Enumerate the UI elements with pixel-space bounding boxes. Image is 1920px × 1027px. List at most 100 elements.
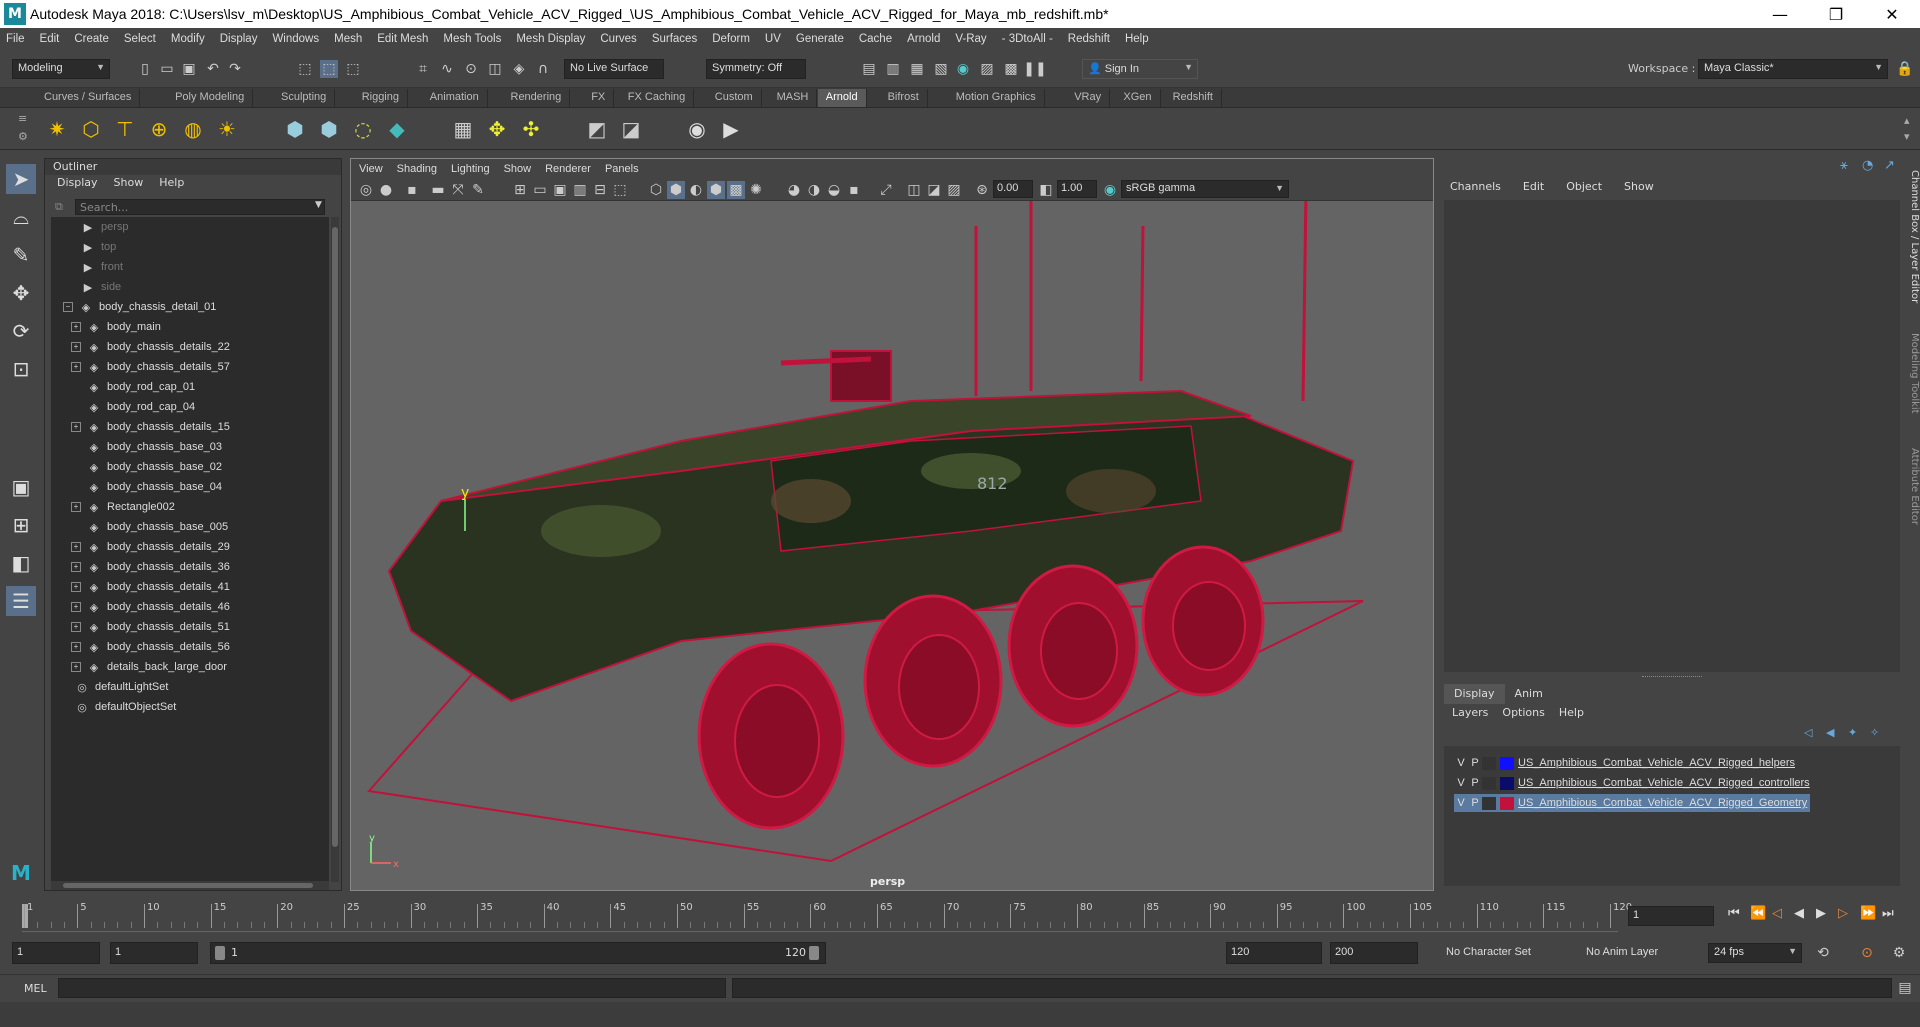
menu-mesh-display[interactable]: Mesh Display	[516, 33, 585, 45]
menu-mesh[interactable]: Mesh	[334, 33, 362, 45]
outliner-search-input[interactable]: Search...	[75, 199, 325, 215]
layer-visibility-toggle[interactable]: V	[1454, 757, 1468, 769]
step-forward-key-icon[interactable]: ⏩	[1860, 906, 1882, 921]
xray-joints-icon[interactable]: ◪	[925, 181, 943, 199]
select-camera-icon[interactable]: ◎	[357, 181, 375, 199]
viewport-menu-show[interactable]: Show	[504, 163, 532, 175]
viewport-menu-renderer[interactable]: Renderer	[545, 163, 591, 175]
shelf-tab-vray[interactable]: VRay	[1066, 89, 1111, 107]
layer-playback-toggle[interactable]: P	[1468, 797, 1482, 809]
channel-box-side-tab[interactable]: Channel Box / Layer Editor	[1906, 170, 1920, 310]
layer-tab-anim[interactable]: Anim	[1505, 684, 1553, 704]
mesh-light-icon[interactable]: ⬡	[78, 116, 104, 142]
save-scene-icon[interactable]: ▣	[180, 60, 198, 78]
default-material-icon[interactable]: ◐	[687, 181, 705, 199]
shelf-tab-poly-modeling[interactable]: Poly Modeling	[167, 89, 254, 107]
menu-deform[interactable]: Deform	[712, 33, 750, 45]
minimize-button[interactable]: —	[1752, 0, 1808, 28]
flush-caches-icon[interactable]: ✥	[484, 116, 510, 142]
move-layer-down-icon[interactable]: ◀	[1826, 726, 1848, 739]
photometric-light-icon[interactable]: ⊤	[112, 116, 138, 142]
scale-tool-icon[interactable]: ⊡	[6, 354, 36, 384]
outliner-item[interactable]: ◈ body_rod_cap_04	[71, 397, 195, 417]
viewport-panel[interactable]: View Shading Lighting Show Renderer Panels ◎ …	[350, 158, 1434, 891]
volume-icon[interactable]: ◌	[350, 116, 376, 142]
close-button[interactable]: ✕	[1864, 0, 1920, 28]
outliner-item[interactable]: ◎ defaultLightSet	[75, 677, 168, 697]
outliner-item[interactable]: + ◈ details_back_large_door	[71, 657, 227, 677]
new-layer-selected-icon[interactable]: ✧	[1870, 726, 1892, 739]
viewport-menu-view[interactable]: View	[359, 163, 383, 175]
shelf-scroll-up-icon[interactable]: ▴	[1904, 114, 1910, 127]
outliner-item[interactable]: ◈ body_rod_cap_01	[71, 377, 195, 397]
channel-menu-edit[interactable]: Edit	[1523, 180, 1544, 193]
bookmarks-icon[interactable]: ▪	[403, 181, 421, 199]
expand-toggle-icon[interactable]: +	[71, 502, 81, 512]
new-empty-layer-icon[interactable]: ✦	[1848, 726, 1870, 739]
layer-menu-help[interactable]: Help	[1559, 706, 1584, 719]
menu-file[interactable]: File	[6, 33, 25, 45]
animation-end-field[interactable]: 200	[1330, 942, 1418, 964]
expand-toggle-icon[interactable]: +	[71, 362, 81, 372]
gamma-field[interactable]: 1.00	[1057, 180, 1097, 198]
outliner-scroll-thumb[interactable]	[332, 227, 338, 847]
outliner-item[interactable]: + ◈ body_chassis_details_29	[71, 537, 230, 557]
shelf-tab-sculpting[interactable]: Sculpting	[273, 89, 336, 107]
outliner-item[interactable]: ▶ top	[81, 237, 117, 257]
new-scene-icon[interactable]: ▯	[136, 60, 154, 78]
wheel-third[interactable]	[1007, 564, 1139, 728]
current-frame-field[interactable]: 1	[1628, 906, 1714, 926]
expand-toggle-icon[interactable]: +	[71, 582, 81, 592]
grease-pencil-icon[interactable]: ✎	[469, 181, 487, 199]
lock-icon[interactable]: 🔒	[1896, 60, 1914, 78]
tool-settings-icon[interactable]: ↗	[1884, 158, 1895, 173]
shelf-tab-curves-surfaces[interactable]: Curves / Surfaces	[36, 89, 141, 107]
shelf-tab-bifrost[interactable]: Bifrost	[880, 89, 928, 107]
color-management-icon[interactable]: ◉	[1101, 181, 1119, 199]
shelf-tab-mash[interactable]: MASH	[769, 89, 818, 107]
menu-arnold[interactable]: Arnold	[907, 33, 940, 45]
shelf-tab-fx[interactable]: FX	[583, 89, 615, 107]
shelf-menu-icon[interactable]: ≡	[18, 112, 27, 125]
attribute-editor-side-tab[interactable]: Attribute Editor	[1906, 448, 1920, 548]
wheel-second[interactable]	[863, 594, 1003, 768]
outliner-item[interactable]: + ◈ body_chassis_details_57	[71, 357, 230, 377]
step-forward-frame-icon[interactable]: ▷	[1838, 906, 1860, 921]
menu-windows[interactable]: Windows	[272, 33, 319, 45]
menu-set-dropdown[interactable]: Modeling ▼	[12, 59, 110, 79]
vehicle-mesh[interactable]: 812	[387, 201, 1355, 830]
layer-color-swatch[interactable]	[1500, 756, 1514, 770]
layer-type-toggle[interactable]	[1482, 756, 1496, 770]
channel-menu-channels[interactable]: Channels	[1450, 180, 1501, 193]
script-language-label[interactable]: MEL	[24, 982, 47, 995]
outliner-item[interactable]: ◈ body_chassis_base_02	[71, 457, 222, 477]
xray-components-icon[interactable]: ▨	[945, 181, 963, 199]
layer-type-toggle[interactable]	[1482, 776, 1496, 790]
motion-blur-icon[interactable]: ◒	[825, 181, 843, 199]
shadows-icon[interactable]: ◕	[785, 181, 803, 199]
snap-point-icon[interactable]: ⊙	[462, 60, 480, 78]
outliner-item[interactable]: ▶ front	[81, 257, 123, 277]
redshift-render-icon[interactable]: ▩	[1002, 60, 1020, 78]
menu-create[interactable]: Create	[74, 33, 109, 45]
script-editor-icon[interactable]: ▤	[1896, 979, 1914, 997]
view-transform-dropdown[interactable]: sRGB gamma ▼	[1121, 180, 1289, 198]
viewport-menu-lighting[interactable]: Lighting	[451, 163, 490, 175]
wheel-rear[interactable]	[1141, 545, 1265, 697]
use-all-lights-icon[interactable]: ✺	[747, 181, 765, 199]
animation-start-field[interactable]: 1	[12, 942, 100, 964]
menu-modify[interactable]: Modify	[171, 33, 205, 45]
layer-tab-display[interactable]: Display	[1444, 684, 1505, 704]
go-to-end-icon[interactable]: ⏭	[1882, 906, 1904, 921]
channel-menu-show[interactable]: Show	[1624, 180, 1654, 193]
outliner-item[interactable]: + ◈ Rectangle002	[71, 497, 175, 517]
resolution-gate-icon[interactable]: ▣	[551, 181, 569, 199]
select-hierarchy-icon[interactable]: ⬚	[296, 60, 314, 78]
snap-surface-icon[interactable]: ◈	[510, 60, 528, 78]
outliner-item[interactable]: ▶ persp	[81, 217, 129, 237]
four-pane-layout-icon[interactable]: ⊞	[6, 510, 36, 540]
range-end-handle[interactable]	[809, 946, 819, 960]
viewport-scene[interactable]: 812 y y x persp	[351, 201, 1433, 890]
outliner-hscroll-thumb[interactable]	[63, 883, 313, 888]
menu-redshift[interactable]: Redshift	[1068, 33, 1110, 45]
